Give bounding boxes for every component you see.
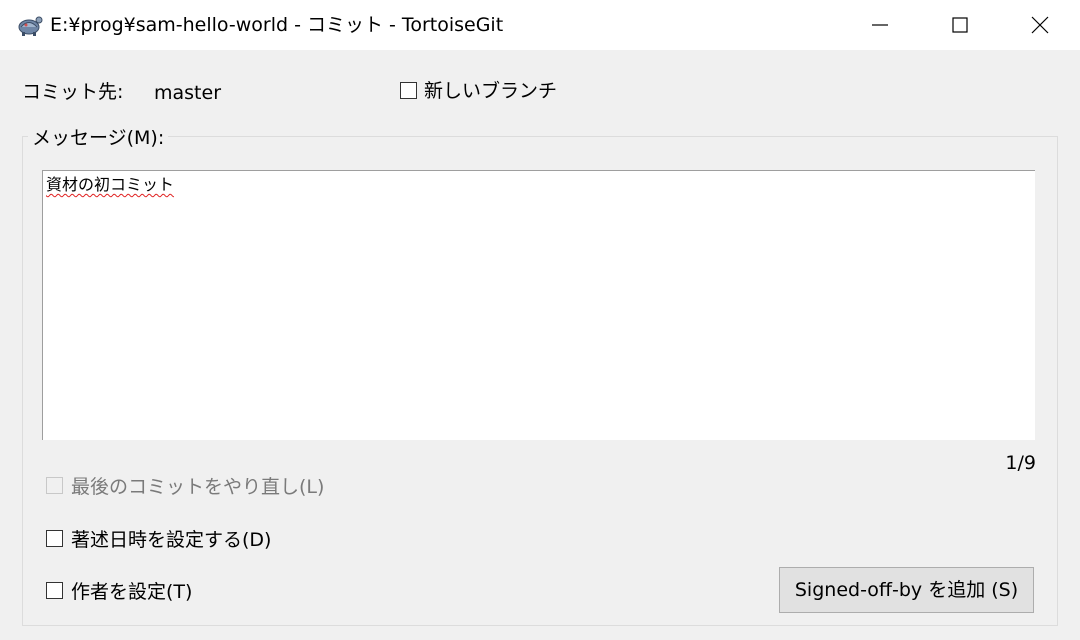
new-branch-checkbox[interactable] <box>400 82 417 99</box>
commit-message-input[interactable]: 資材の初コミット <box>42 170 1035 440</box>
minimize-button[interactable] <box>840 0 920 50</box>
maximize-button[interactable] <box>920 0 1000 50</box>
commit-dialog: E:¥prog¥sam-hello-world - コミット - Tortois… <box>0 0 1080 640</box>
set-author-checkbox[interactable] <box>46 582 63 599</box>
set-date-checkbox[interactable] <box>46 530 63 547</box>
branch-name: master <box>154 82 222 104</box>
close-button[interactable] <box>1000 0 1080 50</box>
amend-label: 最後のコミットをやり直し(L) <box>71 476 325 498</box>
commit-message-text: 資材の初コミット <box>46 175 175 194</box>
minimize-icon <box>872 24 888 26</box>
add-signoff-button[interactable]: Signed-off-by を追加 (S) <box>779 567 1034 613</box>
new-branch-label[interactable]: 新しいブランチ <box>424 79 557 103</box>
title-bar[interactable]: E:¥prog¥sam-hello-world - コミット - Tortois… <box>0 0 1080 50</box>
set-author-label[interactable]: 作者を設定(T) <box>71 580 192 604</box>
close-icon <box>1031 16 1049 34</box>
tortoisegit-icon <box>18 16 43 36</box>
message-counter: 1/9 <box>1005 452 1036 474</box>
set-date-label[interactable]: 著述日時を設定する(D) <box>71 528 271 552</box>
message-group-label: メッセージ(M): <box>28 126 169 150</box>
amend-checkbox[interactable] <box>46 477 63 494</box>
window-title: E:¥prog¥sam-hello-world - コミット - Tortois… <box>50 14 504 36</box>
maximize-icon <box>952 17 968 33</box>
commit-to-label: コミット先: <box>22 81 124 103</box>
